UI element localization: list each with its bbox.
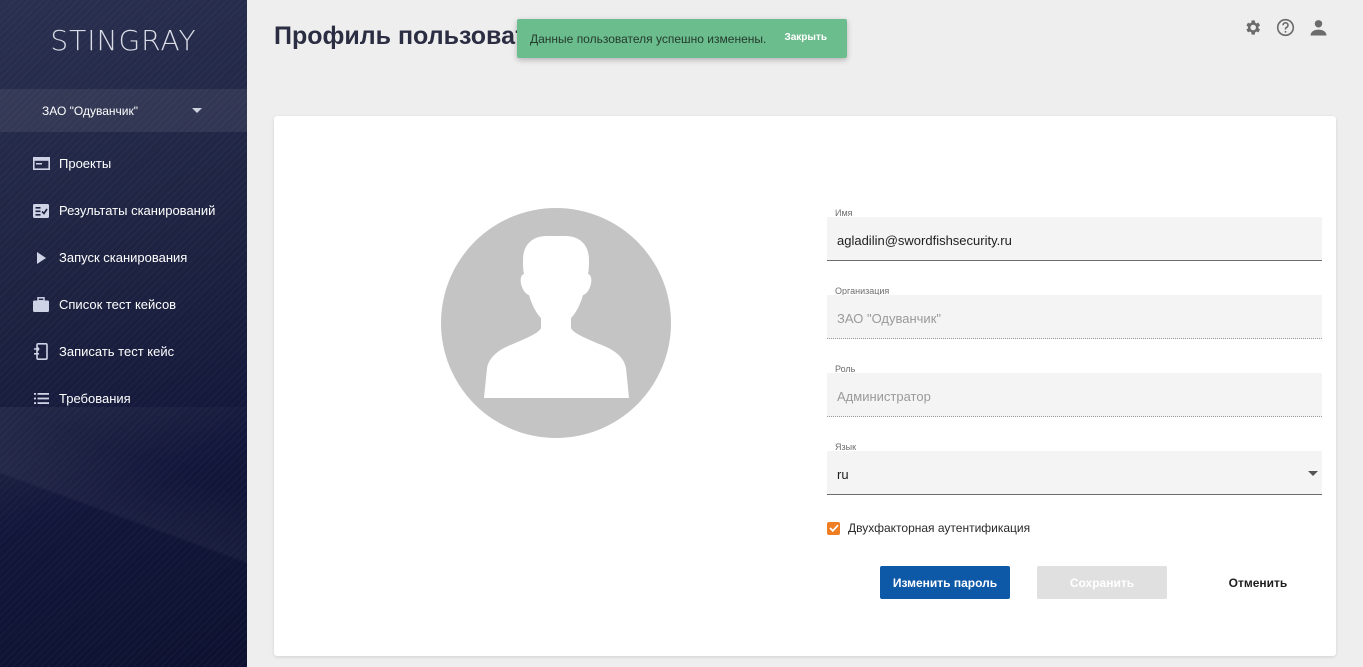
projects-icon — [32, 155, 50, 173]
profile-card: Имя agladilin@swordfishsecurity.ru Орган… — [274, 116, 1336, 656]
chevron-down-icon — [192, 108, 202, 113]
sidebar-item-scan-results[interactable]: Результаты сканирований — [0, 187, 247, 234]
change-password-button[interactable]: Изменить пароль — [880, 566, 1010, 599]
sidebar-item-requirements[interactable]: Требования — [0, 375, 247, 422]
sidebar-item-record-test-case[interactable]: Записать тест кейс — [0, 328, 247, 375]
organization-selector[interactable]: ЗАО "Одуванчик" — [0, 89, 247, 132]
cancel-button[interactable]: Отменить — [1194, 566, 1322, 599]
avatar — [441, 208, 671, 438]
play-icon — [32, 249, 50, 267]
sidebar-item-test-cases[interactable]: Список тест кейсов — [0, 281, 247, 328]
name-field-value: agladilin@swordfishsecurity.ru — [837, 233, 1012, 248]
toast-close-button[interactable]: Закрыть — [784, 32, 827, 43]
organization-field-value: ЗАО "Одуванчик" — [837, 311, 941, 326]
role-field: Администратор — [827, 373, 1322, 417]
toast-message: Данные пользователя успешно изменены. — [530, 31, 767, 46]
language-select[interactable]: ru — [827, 451, 1322, 495]
app-logo: STINGRAY — [50, 24, 197, 57]
list-icon — [32, 390, 50, 408]
sidebar-item-label: Результаты сканирований — [59, 203, 216, 218]
role-field-value: Администратор — [837, 389, 931, 404]
organization-field: ЗАО "Одуванчик" — [827, 295, 1322, 339]
header-toolbar — [1241, 16, 1329, 38]
save-button[interactable]: Сохранить — [1037, 566, 1167, 599]
help-icon[interactable] — [1274, 16, 1296, 38]
sidebar-item-label: Требования — [59, 391, 131, 406]
two-factor-label: Двухфакторная аутентификация — [848, 521, 1031, 535]
sidebar-item-label: Список тест кейсов — [59, 297, 177, 312]
record-icon — [32, 343, 50, 361]
user-silhouette-icon — [484, 236, 629, 398]
sidebar-item-label: Записать тест кейс — [59, 344, 175, 359]
sidebar-nav: Проекты Результаты сканирований Запуск с… — [0, 140, 247, 422]
sidebar-item-label: Запуск сканирования — [59, 250, 188, 265]
checkbox-checked-icon[interactable] — [827, 521, 840, 535]
organization-selector-label: ЗАО "Одуванчик" — [42, 103, 138, 118]
sidebar: STINGRAY ЗАО "Одуванчик" Проекты Результ… — [0, 0, 247, 667]
chevron-down-icon — [1308, 471, 1318, 476]
name-field[interactable]: agladilin@swordfishsecurity.ru — [827, 217, 1322, 261]
page-title: Профиль пользовате — [274, 22, 542, 50]
two-factor-checkbox[interactable]: Двухфакторная аутентификация — [827, 521, 1030, 535]
sidebar-item-label: Проекты — [59, 156, 112, 171]
success-toast: Данные пользователя успешно изменены. За… — [517, 19, 847, 58]
language-select-value: ru — [837, 467, 849, 482]
sidebar-item-run-scan[interactable]: Запуск сканирования — [0, 234, 247, 281]
user-icon[interactable] — [1307, 16, 1329, 38]
briefcase-icon — [32, 296, 50, 314]
settings-icon[interactable] — [1241, 16, 1263, 38]
sidebar-item-projects[interactable]: Проекты — [0, 140, 247, 187]
scan-results-icon — [32, 202, 50, 220]
